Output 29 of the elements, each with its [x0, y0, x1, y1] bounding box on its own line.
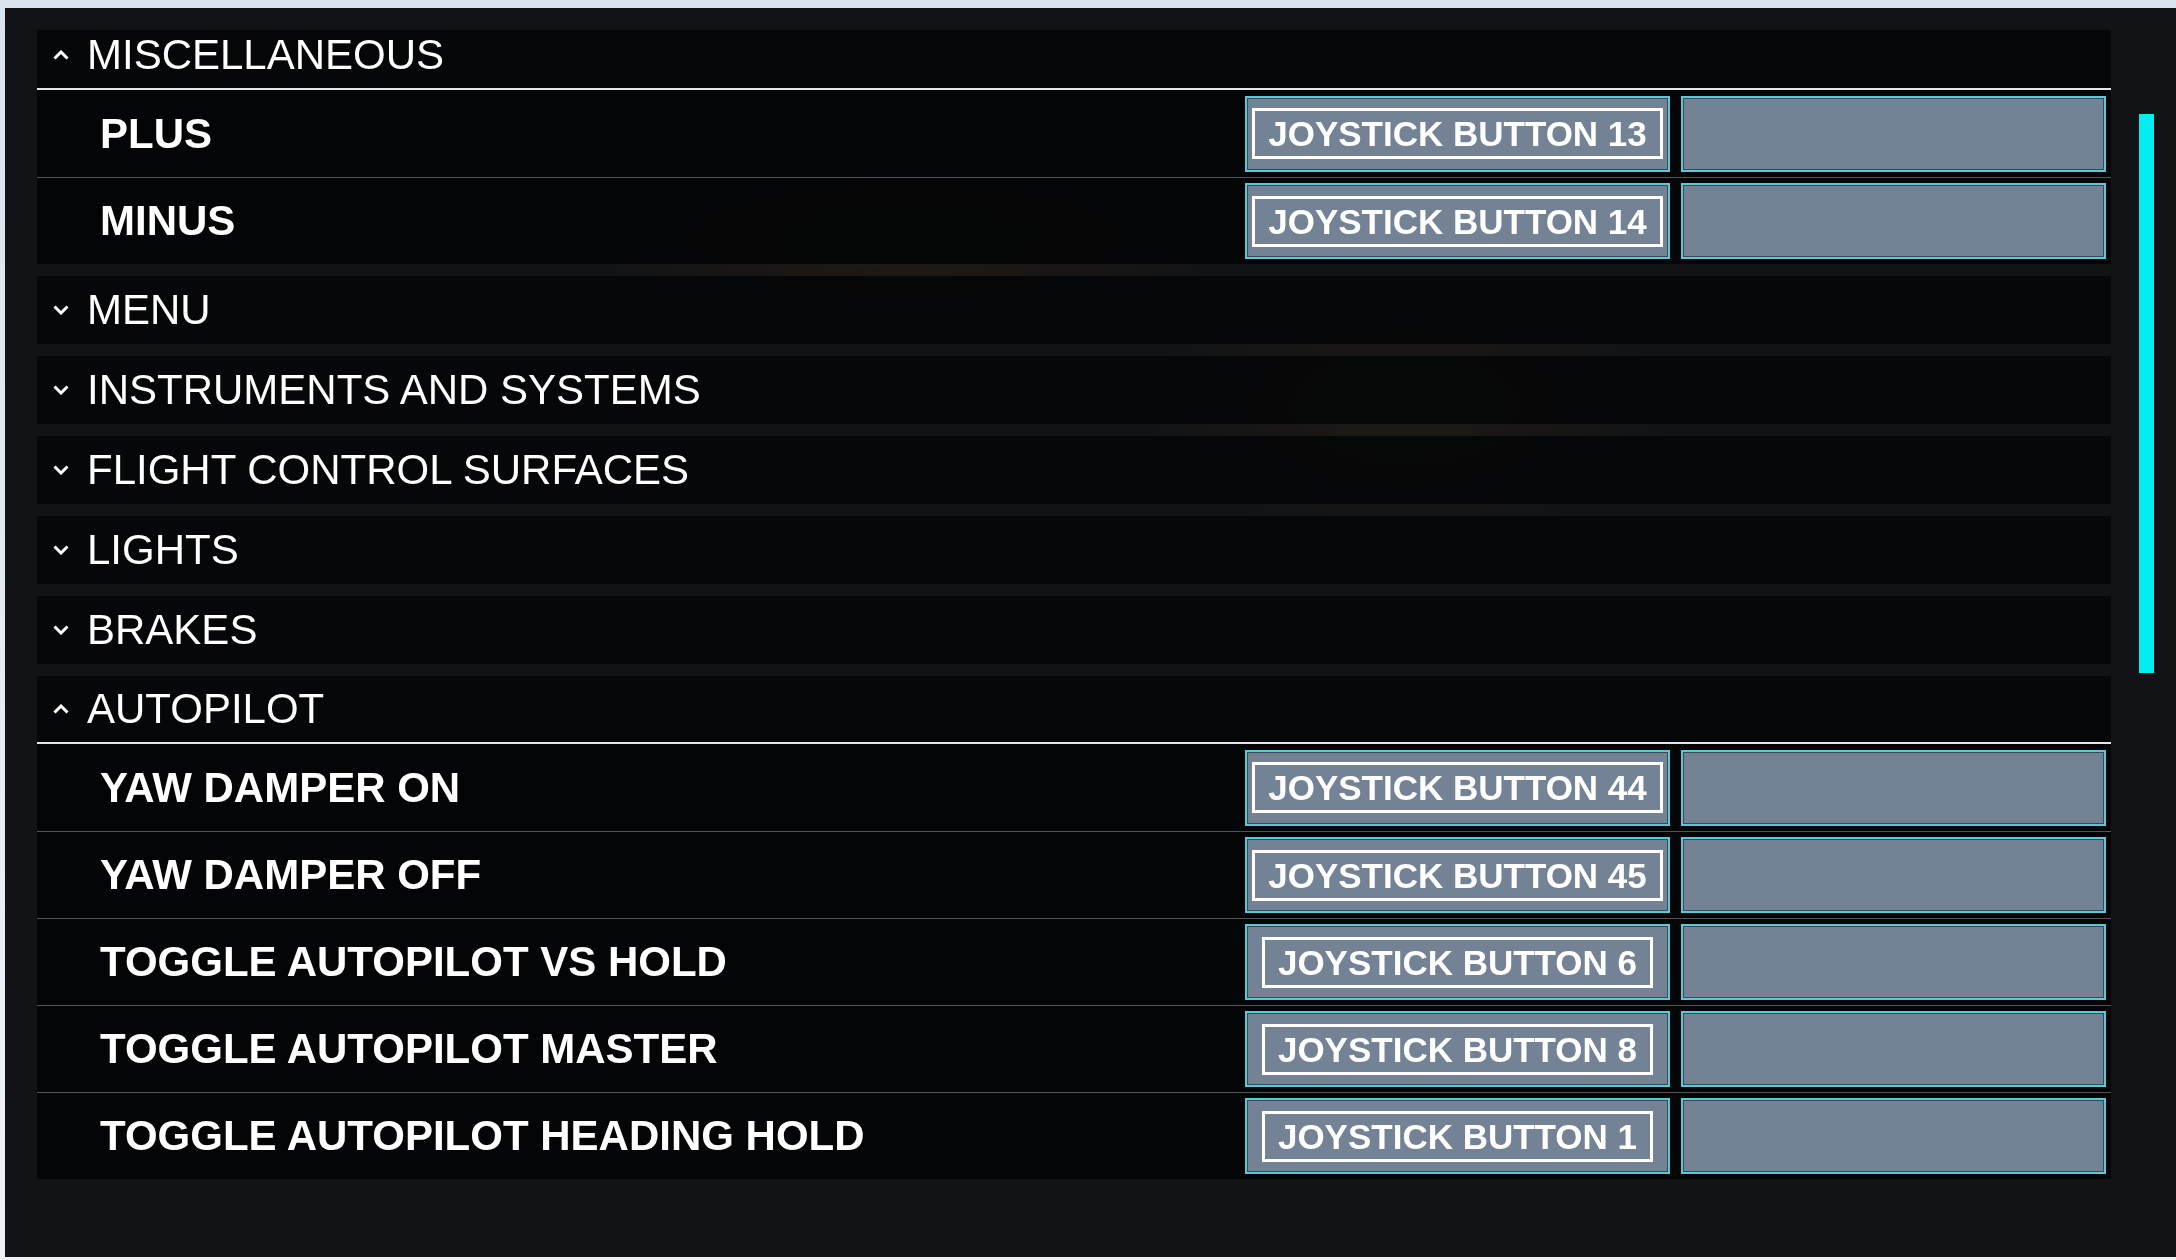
- binding-button[interactable]: JOYSTICK BUTTON 1: [1245, 1098, 1670, 1174]
- binding-button[interactable]: JOYSTICK BUTTON 8: [1245, 1011, 1670, 1087]
- category-header[interactable]: MENU: [37, 276, 2111, 344]
- empty-binding-slot[interactable]: [1681, 924, 2106, 1000]
- empty-binding-slot[interactable]: [1681, 837, 2106, 913]
- empty-binding-slot[interactable]: [1681, 1011, 2106, 1087]
- scrollbar-thumb[interactable]: [2139, 114, 2154, 673]
- empty-binding-slot[interactable]: [1681, 1098, 2106, 1174]
- category-header[interactable]: LIGHTS: [37, 516, 2111, 584]
- action-label: TOGGLE AUTOPILOT MASTER: [100, 1025, 718, 1073]
- empty-binding-slot[interactable]: [1681, 749, 2106, 826]
- action-label: YAW DAMPER OFF: [100, 851, 482, 899]
- action-label: PLUS: [100, 109, 212, 158]
- category-header[interactable]: INSTRUMENTS AND SYSTEMS: [37, 356, 2111, 424]
- empty-binding-slot[interactable]: [1681, 95, 2106, 172]
- action-label: TOGGLE AUTOPILOT VS HOLD: [100, 938, 727, 986]
- empty-binding-slot[interactable]: [1681, 183, 2106, 259]
- category-header[interactable]: FLIGHT CONTROL SURFACES: [37, 436, 2111, 504]
- action-label: TOGGLE AUTOPILOT HEADING HOLD: [100, 1112, 865, 1160]
- action-label: MINUS: [100, 197, 236, 245]
- binding-button[interactable]: JOYSTICK BUTTON 44: [1245, 749, 1670, 826]
- category-header[interactable]: BRAKES: [37, 596, 2111, 664]
- category-header[interactable]: AUTOPILOT: [37, 676, 2111, 744]
- binding-button[interactable]: JOYSTICK BUTTON 6: [1245, 924, 1670, 1000]
- binding-button[interactable]: JOYSTICK BUTTON 13: [1245, 95, 1670, 172]
- binding-button[interactable]: JOYSTICK BUTTON 14: [1245, 183, 1670, 259]
- category-header[interactable]: MISCELLANEOUS: [37, 30, 2111, 90]
- action-label: YAW DAMPER ON: [100, 763, 461, 812]
- binding-button[interactable]: JOYSTICK BUTTON 45: [1245, 837, 1670, 913]
